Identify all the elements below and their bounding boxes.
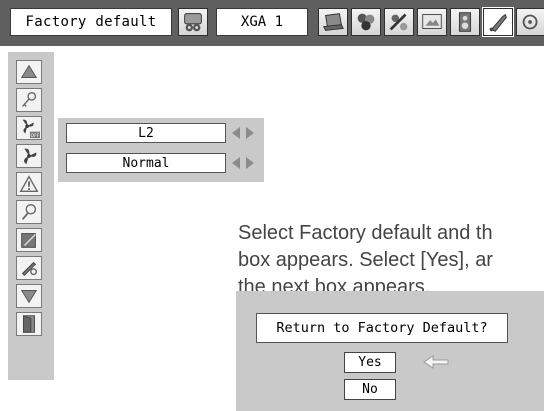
screen-icon[interactable]	[417, 8, 447, 36]
confirm-dialog: Return to Factory Default? Yes No	[236, 291, 544, 411]
sound-icon[interactable]	[450, 8, 480, 36]
filter-icon[interactable]	[16, 228, 42, 252]
left-right-arrows-icon[interactable]	[230, 153, 256, 173]
instruction-line: box appears. Select [Yes], ar	[238, 249, 493, 271]
setting-icon[interactable]	[482, 7, 514, 37]
projector-audio-icon[interactable]	[178, 8, 208, 36]
fan-option-panel: L2 Normal	[58, 118, 264, 182]
fan-icon[interactable]	[16, 144, 42, 168]
warning-icon[interactable]	[16, 172, 42, 196]
more-menu-icon[interactable]	[516, 8, 544, 36]
image-select-icon[interactable]	[351, 8, 381, 36]
instruction-text: Select Factory default and th box appear…	[238, 220, 544, 301]
image-adjust-icon[interactable]	[384, 8, 414, 36]
move-up-icon[interactable]	[16, 60, 42, 84]
tool-icon[interactable]	[16, 256, 42, 280]
exit-icon[interactable]	[16, 312, 42, 336]
computer-input-icon[interactable]	[318, 8, 348, 36]
lamp-icon[interactable]	[16, 200, 42, 224]
dialog-message: Return to Factory Default?	[256, 313, 508, 343]
instruction-line: Select Factory default and th	[238, 222, 493, 244]
fan-control-value[interactable]: Normal	[66, 153, 226, 173]
menu-bar: Factory default XGA 1	[0, 0, 544, 46]
submenu-sidebar: OFF	[8, 52, 54, 380]
yes-button[interactable]: Yes	[344, 352, 396, 373]
fan-off-value[interactable]: L2	[66, 123, 226, 143]
fan-off-icon[interactable]: OFF	[16, 116, 42, 140]
move-down-icon[interactable]	[16, 284, 42, 308]
left-right-arrows-icon[interactable]	[230, 123, 256, 143]
svg-text:OFF: OFF	[31, 133, 40, 139]
no-button[interactable]: No	[344, 379, 396, 400]
menu-title: Factory default	[10, 8, 172, 36]
left-arrow-pointer-icon	[423, 355, 449, 369]
key-icon[interactable]	[16, 88, 42, 112]
input-source: XGA 1	[216, 8, 308, 36]
